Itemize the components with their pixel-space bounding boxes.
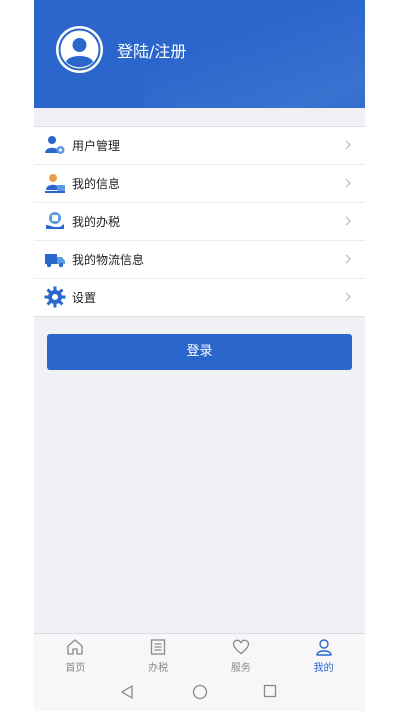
menu-item-settings[interactable]: 设置: [34, 279, 365, 317]
user-settings-icon: [45, 136, 65, 154]
system-navigation-bar: [34, 674, 365, 711]
menu-item-my-info[interactable]: 我的信息: [34, 165, 365, 203]
tab-label: 办税: [148, 663, 169, 674]
tab-home[interactable]: 首页: [34, 634, 117, 674]
heart-icon: [232, 639, 250, 655]
menu-list: 用户管理 我的信息 我的办税 我的物流信息 设置: [34, 126, 365, 317]
menu-item-label: 我的物流信息: [72, 253, 145, 267]
profile-header: 登陆/注册: [34, 0, 365, 108]
menu-item-user-management[interactable]: 用户管理: [34, 127, 365, 165]
menu-item-label: 我的办税: [72, 215, 121, 229]
tab-label: 服务: [230, 663, 251, 674]
tax-hand-icon: [46, 212, 64, 229]
tab-service[interactable]: 服务: [200, 634, 283, 674]
gear-icon: [44, 286, 66, 308]
menu-item-label: 设置: [72, 291, 97, 305]
app-screen: 登陆/注册 用户管理 我的信息 我的办税 我的物流信息 设置 登录 首页 办税 …: [34, 0, 365, 711]
home-circle-icon[interactable]: [192, 684, 208, 700]
bottom-tab-bar: 首页 办税 服务 我的: [34, 633, 365, 674]
chevron-right-icon: [345, 178, 351, 188]
menu-item-logistics[interactable]: 我的物流信息: [34, 241, 365, 279]
menu-item-my-tax[interactable]: 我的办税: [34, 203, 365, 241]
back-triangle-icon[interactable]: [120, 684, 134, 700]
truck-icon: [45, 254, 65, 268]
avatar-person-icon: [58, 28, 101, 71]
tab-label: 首页: [65, 663, 86, 674]
person-icon: [315, 639, 332, 656]
tab-tax[interactable]: 办税: [117, 634, 200, 674]
tab-label: 我的: [313, 663, 334, 674]
chevron-right-icon: [345, 292, 351, 302]
login-button[interactable]: 登录: [47, 334, 352, 370]
chevron-right-icon: [345, 254, 351, 264]
recents-square-icon[interactable]: [263, 684, 277, 698]
avatar[interactable]: [56, 26, 103, 73]
home-icon: [67, 639, 84, 655]
tab-mine[interactable]: 我的: [282, 634, 365, 674]
profile-info-icon: [45, 174, 65, 193]
menu-item-label: 用户管理: [72, 139, 121, 153]
login-register-link[interactable]: 登陆/注册: [117, 38, 186, 62]
document-list-icon: [150, 639, 166, 655]
chevron-right-icon: [345, 216, 351, 226]
chevron-right-icon: [345, 140, 351, 150]
menu-item-label: 我的信息: [72, 177, 121, 191]
